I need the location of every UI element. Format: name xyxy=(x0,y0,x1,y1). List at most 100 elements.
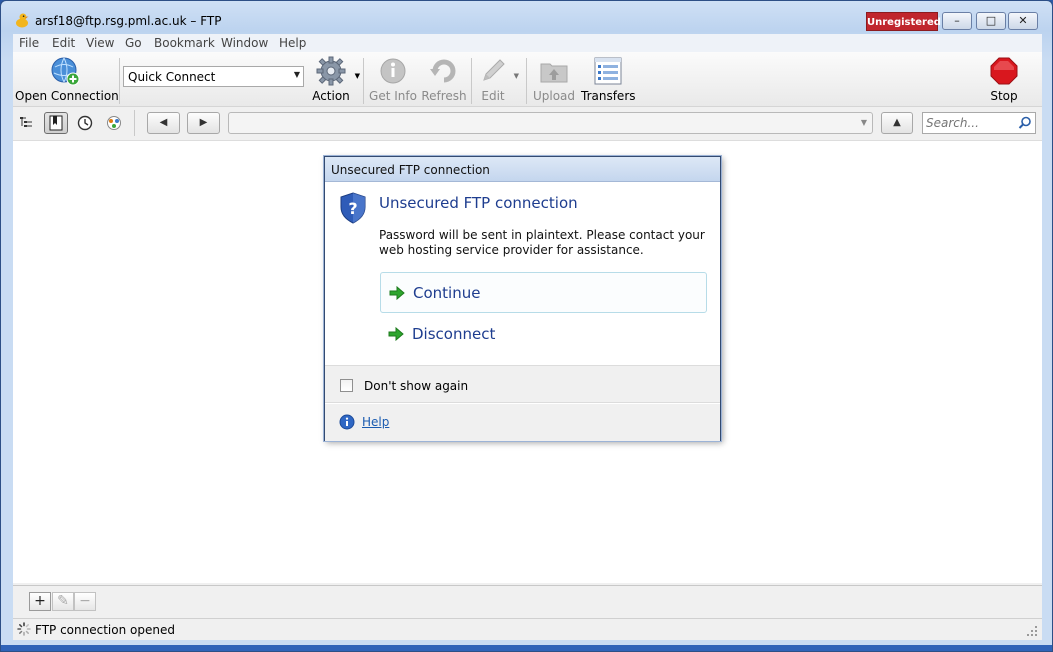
toolbar: Open Connection Quick Connect ▼ ▼ Action… xyxy=(13,52,1042,107)
bottom-bar: + ✎ − xyxy=(13,585,1042,616)
info-icon xyxy=(380,58,406,84)
window-frame-bottom xyxy=(1,645,1052,651)
toolbar-separator xyxy=(526,58,527,104)
action-chevron-down-icon: ▼ xyxy=(354,72,360,80)
search-icon xyxy=(1018,116,1031,129)
back-button[interactable]: ◀ xyxy=(147,112,180,134)
resize-grip-icon[interactable] xyxy=(1026,625,1038,637)
svg-text:?: ? xyxy=(348,199,357,218)
continue-button[interactable]: Continue xyxy=(380,272,707,313)
action-button[interactable]: ▼ Action xyxy=(306,54,360,106)
tree-list-icon xyxy=(20,117,32,127)
refresh-label: Refresh xyxy=(421,89,467,103)
up-arrow-icon: ▲ xyxy=(893,117,901,128)
toolbar-separator xyxy=(471,58,472,104)
upload-label: Upload xyxy=(532,89,576,103)
spinner-icon xyxy=(17,622,31,636)
bookmarks-view-button[interactable] xyxy=(44,112,68,134)
security-shield-icon: ? xyxy=(340,192,366,224)
status-bar: FTP connection opened xyxy=(13,618,1042,640)
upload-folder-icon xyxy=(540,63,568,83)
parent-directory-button[interactable]: ▲ xyxy=(881,112,913,134)
continue-arrow-icon xyxy=(389,286,405,300)
menu-help[interactable]: Help xyxy=(279,36,306,50)
path-chevron-down-icon: ▼ xyxy=(860,118,867,127)
toolbar-separator xyxy=(363,58,364,104)
edit-label: Edit xyxy=(481,89,505,103)
path-select[interactable]: ▼ xyxy=(228,112,873,134)
unregistered-badge[interactable]: Unregistered xyxy=(866,12,941,31)
dialog-message: Password will be sent in plaintext. Plea… xyxy=(379,228,705,257)
toolbar-separator xyxy=(119,58,120,104)
minimize-icon: – xyxy=(954,14,960,27)
bookmark-icon xyxy=(49,115,63,131)
forward-button[interactable]: ▶ xyxy=(187,112,220,134)
stop-label: Stop xyxy=(990,89,1018,103)
pencil-icon xyxy=(483,59,505,81)
back-arrow-icon: ◀ xyxy=(159,117,168,128)
dont-show-again-checkbox[interactable] xyxy=(340,379,353,392)
history-view-button[interactable] xyxy=(73,112,97,134)
navigation-bar: ◀ ▶ ▼ ▲ xyxy=(13,108,1042,138)
menu-file[interactable]: File xyxy=(19,36,39,50)
minus-icon: − xyxy=(79,593,91,609)
stop-sign-icon xyxy=(990,57,1018,85)
dont-show-again-label[interactable]: Don't show again xyxy=(364,379,468,393)
bonjour-view-button[interactable] xyxy=(102,112,126,134)
refresh-icon xyxy=(430,59,456,83)
clock-icon xyxy=(77,115,93,131)
browser-view-button[interactable] xyxy=(15,112,39,134)
help-info-icon xyxy=(339,414,355,430)
dialog-title: Unsecured FTP connection xyxy=(331,163,490,177)
edit-chevron-down-icon: ▼ xyxy=(513,72,519,80)
action-label: Action xyxy=(312,89,350,103)
get-info-button[interactable]: Get Info xyxy=(369,54,417,106)
search-input[interactable] xyxy=(926,114,1018,132)
quick-connect-value: Quick Connect xyxy=(128,70,216,84)
menu-view[interactable]: View xyxy=(86,36,114,50)
open-connection-label: Open Connection xyxy=(15,89,119,103)
transfers-label: Transfers xyxy=(581,89,636,103)
menu-edit[interactable]: Edit xyxy=(52,36,75,50)
bonjour-icon xyxy=(107,116,121,130)
title-bar: arsf18@ftp.rsg.pml.ac.uk – FTP Unregiste… xyxy=(1,1,1052,34)
quick-connect-select[interactable]: Quick Connect ▼ xyxy=(123,66,304,87)
dialog-help-footer: Help xyxy=(325,404,720,441)
minimize-button[interactable]: – xyxy=(942,12,972,30)
pencil-small-icon: ✎ xyxy=(57,593,69,609)
maximize-button[interactable]: □ xyxy=(976,12,1006,30)
disconnect-arrow-icon xyxy=(388,327,404,341)
nav-separator xyxy=(134,110,135,136)
stop-button[interactable]: Stop xyxy=(984,54,1024,106)
transfers-button[interactable]: Transfers xyxy=(581,54,636,106)
close-button[interactable]: ✕ xyxy=(1008,12,1038,30)
maximize-icon: □ xyxy=(985,14,997,27)
menu-bookmark[interactable]: Bookmark xyxy=(154,36,215,50)
open-connection-button[interactable]: Open Connection xyxy=(15,54,119,106)
gear-icon xyxy=(316,56,346,86)
disconnect-button[interactable]: Disconnect xyxy=(380,314,707,355)
menu-bar: File Edit View Go Bookmark Window Help xyxy=(13,34,1042,52)
dialog-options-footer: Don't show again xyxy=(325,365,720,403)
status-text: FTP connection opened xyxy=(35,623,175,637)
upload-button[interactable]: Upload xyxy=(530,54,578,106)
transfers-list-icon xyxy=(594,57,622,85)
remove-bookmark-button[interactable]: − xyxy=(74,592,96,611)
add-bookmark-button[interactable]: + xyxy=(29,592,51,611)
unsecured-connection-dialog: Unsecured FTP connection ? Unsecured FTP… xyxy=(324,156,721,441)
menu-go[interactable]: Go xyxy=(125,36,142,50)
menu-window[interactable]: Window xyxy=(221,36,268,50)
globe-connect-icon xyxy=(51,57,80,86)
continue-label: Continue xyxy=(413,284,481,302)
close-icon: ✕ xyxy=(1018,14,1028,27)
edit-button[interactable]: ▼ Edit xyxy=(473,54,519,106)
window-title: arsf18@ftp.rsg.pml.ac.uk – FTP xyxy=(35,14,222,28)
refresh-button[interactable]: Refresh xyxy=(420,54,468,106)
edit-bookmark-button[interactable]: ✎ xyxy=(52,592,74,611)
help-link[interactable]: Help xyxy=(362,415,389,429)
dialog-heading: Unsecured FTP connection xyxy=(379,194,578,212)
chevron-down-icon: ▼ xyxy=(293,70,300,79)
get-info-label: Get Info xyxy=(369,89,417,103)
search-box xyxy=(922,112,1036,134)
forward-arrow-icon: ▶ xyxy=(199,117,208,128)
